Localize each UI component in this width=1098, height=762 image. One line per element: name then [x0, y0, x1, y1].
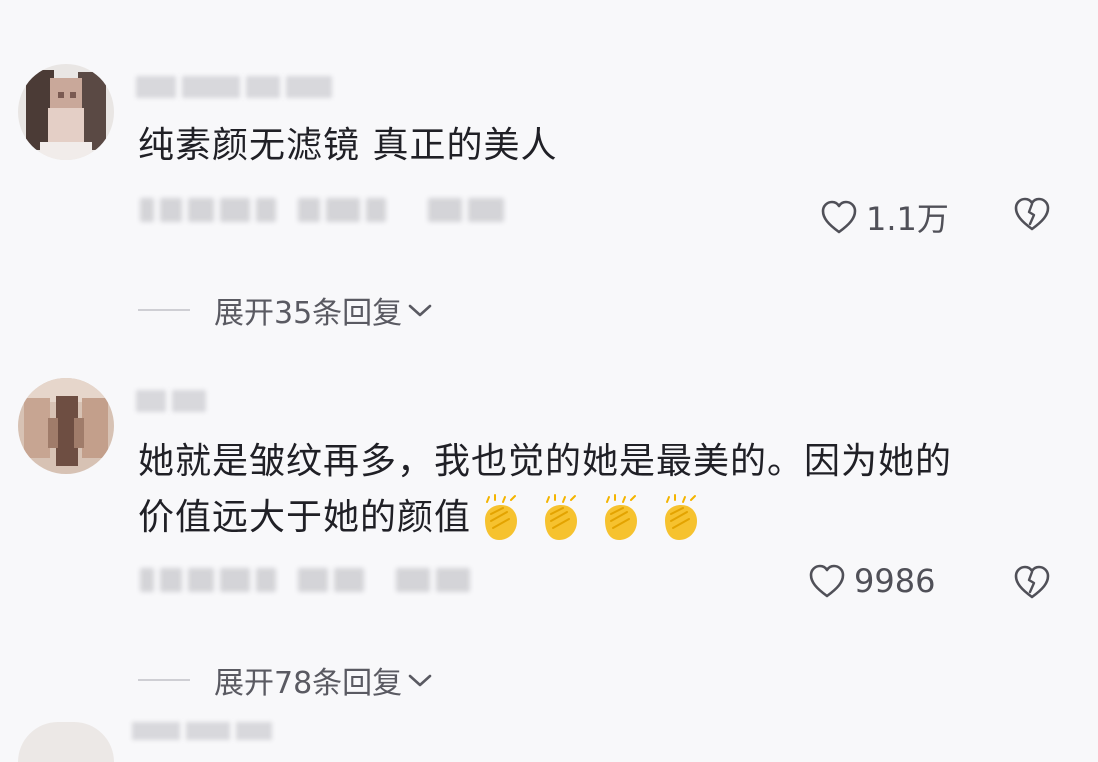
- avatar-image: [18, 378, 114, 474]
- expand-label: 展开78条回复: [214, 666, 403, 701]
- chevron-down-icon: [408, 674, 432, 687]
- avatar[interactable]: [18, 722, 114, 762]
- like-count: 9986: [854, 562, 936, 600]
- emoji-group: [477, 494, 705, 542]
- expand-replies-button[interactable]: 展开35条回复: [138, 288, 434, 332]
- clapping-hands-icon: [545, 494, 578, 540]
- heart-icon: [809, 564, 845, 598]
- avatar[interactable]: [18, 378, 114, 474]
- expand-replies-button[interactable]: 展开78条回复: [138, 658, 434, 702]
- comment-meta-blurred: [140, 562, 470, 598]
- next-comment-partial: [0, 716, 1098, 762]
- comment-text: 纯素颜无滤镜 真正的美人: [138, 118, 557, 174]
- like-button[interactable]: 9986: [808, 562, 935, 600]
- avatar-image: [18, 64, 114, 160]
- comment-line: 价值远大于她的颜值: [138, 490, 952, 546]
- avatar[interactable]: [18, 64, 114, 160]
- broken-heart-icon[interactable]: [1014, 564, 1050, 600]
- expand-label: 展开35条回复: [214, 296, 403, 331]
- like-count: 1.1万: [866, 200, 949, 238]
- username-blurred[interactable]: [132, 722, 272, 740]
- clapping-hands-icon: [665, 494, 698, 540]
- clapping-hands-icon: [605, 494, 638, 540]
- broken-heart-icon[interactable]: [1014, 196, 1050, 232]
- chevron-down-icon: [408, 304, 432, 317]
- expand-divider: [138, 309, 190, 311]
- comment-text: 她就是皱纹再多，我也觉的她是最美的。因为她的 价值远大于她的颜值: [138, 434, 952, 546]
- clapping-hands-icon: [485, 494, 518, 540]
- comment-line: 纯素颜无滤镜 真正的美人: [138, 125, 558, 166]
- username-blurred[interactable]: [136, 70, 332, 104]
- comment-line: 她就是皱纹再多，我也觉的她是最美的。因为她的: [138, 441, 953, 482]
- username-blurred[interactable]: [136, 384, 206, 418]
- heart-icon: [821, 200, 857, 234]
- comment-line-text: 价值远大于她的颜值: [138, 497, 472, 538]
- comment-meta-blurred: [140, 192, 504, 228]
- expand-divider: [138, 679, 190, 681]
- like-button[interactable]: 1.1万: [820, 194, 949, 240]
